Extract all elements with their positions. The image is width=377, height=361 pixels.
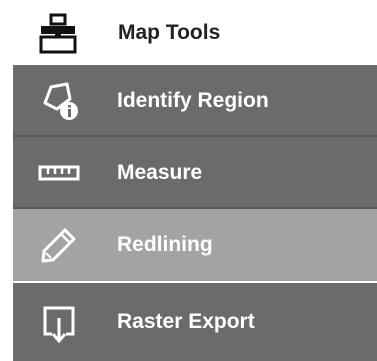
map-tools-header[interactable]: Map Tools — [0, 0, 377, 65]
menu-item-measure[interactable]: Measure — [13, 137, 377, 209]
menu-item-label: Redlining — [117, 233, 213, 256]
menu-item-label: Measure — [117, 161, 203, 184]
pencil-icon — [37, 223, 81, 267]
raster-export-icon — [37, 300, 81, 344]
identify-region-icon — [37, 79, 81, 123]
menu-item-redlining[interactable]: Redlining — [13, 209, 377, 281]
menu-item-identify-region[interactable]: Identify Region — [13, 65, 377, 137]
map-tools-label: Map Tools — [118, 21, 221, 44]
menu-item-label: Raster Export — [117, 310, 255, 333]
map-tools-menu: Map Tools Identify Region Measure Redlin… — [0, 0, 377, 361]
menu-item-raster-export[interactable]: Raster Export — [13, 283, 377, 361]
menu-item-label: Identify Region — [117, 89, 269, 112]
toolbox-icon — [36, 11, 80, 55]
ruler-icon — [37, 151, 81, 195]
